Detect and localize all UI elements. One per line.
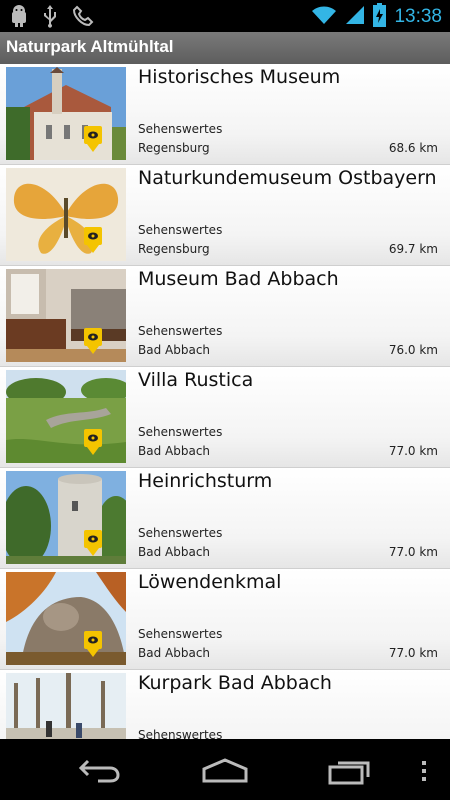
- recent-apps-icon[interactable]: [328, 757, 374, 785]
- list-item[interactable]: Kurpark Bad Abbach Sehenswertes: [0, 670, 450, 739]
- status-bar: 13:38: [0, 0, 450, 32]
- list-item[interactable]: Villa Rustica Sehenswertes Bad Abbach 77…: [0, 367, 450, 468]
- list-item[interactable]: Historisches Museum Sehenswertes Regensb…: [0, 64, 450, 165]
- item-category: Sehenswertes: [138, 526, 223, 540]
- item-title: Villa Rustica: [138, 369, 254, 391]
- thumbnail-image: [6, 673, 126, 739]
- map-pin-icon: [84, 328, 102, 354]
- item-distance: 77.0 km: [388, 646, 438, 660]
- back-icon[interactable]: [78, 757, 122, 783]
- item-distance: 76.0 km: [388, 343, 438, 357]
- battery-icon: [373, 3, 387, 31]
- item-location: Bad Abbach: [138, 444, 211, 458]
- navigation-bar: [0, 739, 450, 800]
- item-category: Sehenswertes: [138, 324, 223, 338]
- item-location: Regensburg: [138, 242, 210, 256]
- item-location: Regensburg: [138, 141, 210, 155]
- map-pin-icon: [84, 126, 102, 152]
- item-category: Sehenswertes: [138, 728, 223, 739]
- item-location: Bad Abbach: [138, 343, 211, 357]
- clock: 13:38: [394, 6, 442, 27]
- item-title: Kurpark Bad Abbach: [138, 672, 332, 694]
- item-category: Sehenswertes: [138, 223, 223, 237]
- poi-list[interactable]: Historisches Museum Sehenswertes Regensb…: [0, 64, 450, 739]
- item-distance: 77.0 km: [388, 444, 438, 458]
- menu-icon[interactable]: [420, 760, 428, 782]
- thumbnail-image: [6, 370, 126, 463]
- thumbnail-image: [6, 269, 126, 362]
- action-bar: Naturpark Altmühltal: [0, 32, 450, 65]
- list-item[interactable]: Heinrichsturm Sehenswertes Bad Abbach 77…: [0, 468, 450, 569]
- item-title: Heinrichsturm: [138, 470, 273, 492]
- usb-icon: [42, 4, 58, 32]
- item-title: Museum Bad Abbach: [138, 268, 339, 290]
- call-icon: [72, 5, 94, 31]
- android-debug-icon: [10, 5, 28, 31]
- map-pin-icon: [84, 429, 102, 455]
- map-pin-icon: [84, 631, 102, 657]
- item-location: Bad Abbach: [138, 646, 211, 660]
- item-title: Naturkundemuseum Ostbayern: [138, 167, 437, 189]
- app-title: Naturpark Altmühltal: [6, 37, 174, 56]
- list-item[interactable]: Löwendenkmal Sehenswertes Bad Abbach 77.…: [0, 569, 450, 670]
- item-category: Sehenswertes: [138, 627, 223, 641]
- item-title: Historisches Museum: [138, 66, 341, 88]
- thumbnail-image: [6, 67, 126, 160]
- item-distance: 77.0 km: [388, 545, 438, 559]
- item-distance: 69.7 km: [388, 242, 438, 256]
- wifi-icon: [311, 5, 337, 29]
- item-title: Löwendenkmal: [138, 571, 282, 593]
- list-item[interactable]: Museum Bad Abbach Sehenswertes Bad Abbac…: [0, 266, 450, 367]
- signal-icon: [345, 5, 365, 29]
- item-location: Bad Abbach: [138, 545, 211, 559]
- home-icon[interactable]: [201, 757, 249, 783]
- thumbnail-image: [6, 572, 126, 665]
- item-category: Sehenswertes: [138, 122, 223, 136]
- map-pin-icon: [84, 530, 102, 556]
- thumbnail-image: [6, 168, 126, 261]
- list-item[interactable]: Naturkundemuseum Ostbayern Sehenswertes …: [0, 165, 450, 266]
- thumbnail-image: [6, 471, 126, 564]
- item-distance: 68.6 km: [388, 141, 438, 155]
- map-pin-icon: [84, 227, 102, 253]
- item-category: Sehenswertes: [138, 425, 223, 439]
